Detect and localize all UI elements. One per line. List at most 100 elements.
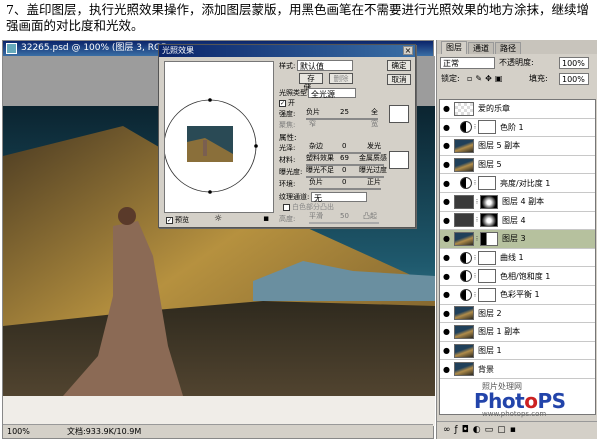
layer-mask-thumbnail[interactable] xyxy=(478,176,496,191)
eye-icon[interactable]: ● xyxy=(441,196,452,207)
light-preview-area[interactable] xyxy=(163,61,275,214)
layer-name: 曲线 1 xyxy=(500,253,524,263)
link-layers-icon[interactable]: ∞ xyxy=(443,425,455,435)
texture-channel-value: 无 xyxy=(314,194,322,203)
blend-mode-dropdown[interactable]: 正常 xyxy=(440,57,495,69)
layer-mask-thumbnail[interactable] xyxy=(480,231,498,246)
eye-icon[interactable]: ● xyxy=(441,215,452,226)
tab-channels[interactable]: 通道 xyxy=(468,42,494,54)
layer-row[interactable]: ● ⁝ 色阶 1 xyxy=(440,119,595,138)
layer-row[interactable]: ● ⁝ 色彩平衡 1 xyxy=(440,286,595,305)
ok-button[interactable]: 确定 xyxy=(387,60,411,71)
light-type-dropdown[interactable]: 全光源 xyxy=(308,88,356,99)
intensity-value[interactable]: 25 xyxy=(340,108,349,117)
layer-mask-thumbnail[interactable] xyxy=(478,250,496,265)
texture-channel-dropdown[interactable]: 无 xyxy=(311,192,367,203)
save-button[interactable]: 存储... xyxy=(299,73,323,92)
style-label: 样式: xyxy=(279,62,296,70)
style-dropdown[interactable]: 默认值 xyxy=(297,60,353,71)
status-bar: 100% 文档:933.9K/10.9M xyxy=(3,424,433,438)
layer-mask-thumbnail[interactable] xyxy=(478,269,496,284)
layer-thumbnail[interactable] xyxy=(454,194,474,209)
folder-icon[interactable]: ▭ xyxy=(485,425,498,435)
eye-icon[interactable]: ● xyxy=(441,122,452,133)
layer-thumbnail[interactable] xyxy=(454,138,474,153)
gloss-value[interactable]: 0 xyxy=(342,142,346,151)
fill-input[interactable]: 100% xyxy=(559,73,589,85)
height-slider[interactable] xyxy=(309,222,379,224)
focus-max-label: 宽 xyxy=(371,120,378,128)
tab-layers[interactable]: 图层 xyxy=(441,41,467,54)
eye-icon[interactable]: ● xyxy=(441,364,452,375)
eye-icon[interactable]: ● xyxy=(441,103,452,114)
close-icon[interactable]: × xyxy=(403,46,413,55)
eye-icon[interactable]: ● xyxy=(441,289,452,300)
layer-row[interactable]: ● 图层 5 xyxy=(440,156,595,175)
layer-thumbnail[interactable] xyxy=(454,362,474,377)
layer-row[interactable]: ● 图层 5 副本 xyxy=(440,137,595,156)
layer-thumbnail[interactable] xyxy=(454,343,474,358)
exposure-value[interactable]: 0 xyxy=(342,166,346,175)
light-ellipse[interactable] xyxy=(163,62,275,214)
layer-mask-thumbnail[interactable] xyxy=(480,194,498,209)
layer-row[interactable]: ● 图层 1 副本 xyxy=(440,323,595,342)
eye-icon[interactable]: ● xyxy=(441,308,452,319)
add-mask-icon[interactable]: ◘ xyxy=(462,425,473,435)
height-value[interactable]: 50 xyxy=(340,212,349,221)
layer-thumbnail[interactable] xyxy=(454,157,474,172)
layers-list[interactable]: ● 爱的乐章 ● ⁝ 色阶 1 ● 图层 5 副本 ● 图层 5 ● ⁝ 亮度/对比度 1 ● ⁝ 图层 4… xyxy=(439,99,596,415)
opacity-input[interactable]: 100% xyxy=(559,57,589,69)
light-on-checkbox[interactable]: ✓ 开 xyxy=(279,99,295,108)
layer-mask-thumbnail[interactable] xyxy=(478,287,496,302)
layer-thumbnail[interactable] xyxy=(454,306,474,321)
tab-paths[interactable]: 路径 xyxy=(495,42,521,54)
intensity-slider[interactable] xyxy=(306,118,378,120)
ambience-slider[interactable] xyxy=(309,188,381,190)
layer-thumbnail[interactable] xyxy=(454,213,474,228)
layer-name: 图层 4 xyxy=(502,215,526,225)
eye-icon[interactable]: ● xyxy=(441,178,452,189)
eye-icon[interactable]: ● xyxy=(441,271,452,282)
layer-mask-thumbnail[interactable] xyxy=(478,120,496,135)
delete-button[interactable]: 删除 xyxy=(329,73,353,84)
eye-icon[interactable]: ● xyxy=(441,345,452,356)
layer-row[interactable]: ● ⁝ 图层 4 副本 xyxy=(440,193,595,212)
layer-row[interactable]: ● 背景 xyxy=(440,360,595,379)
white-high-checkbox[interactable]: 白色部分凸出 xyxy=(283,203,334,212)
trash-icon[interactable]: ▪ xyxy=(263,215,269,224)
ambient-color-swatch[interactable] xyxy=(389,151,409,169)
cancel-button[interactable]: 取消 xyxy=(387,74,411,85)
eye-icon[interactable]: ● xyxy=(441,326,452,337)
layer-row[interactable]: ● ⁝ 亮度/对比度 1 xyxy=(440,174,595,193)
layer-row[interactable]: ● ⁝ 图层 4 xyxy=(440,212,595,231)
light-color-swatch[interactable] xyxy=(389,105,409,123)
preview-checkbox[interactable]: ✓ 预览 xyxy=(166,216,189,225)
layer-row[interactable]: ● ⁝ 曲线 1 xyxy=(440,249,595,268)
lock-icons[interactable]: ▫✎✥▣ xyxy=(467,72,505,86)
fx-icon[interactable]: ƒ xyxy=(455,425,462,435)
material-value[interactable]: 69 xyxy=(340,154,349,163)
eye-icon[interactable]: ● xyxy=(441,233,452,244)
ambience-value[interactable]: 0 xyxy=(342,178,346,187)
eye-icon[interactable]: ● xyxy=(441,159,452,170)
trash-icon[interactable]: ▪ xyxy=(510,425,520,435)
adjustment-layer-icon xyxy=(460,121,472,134)
layer-row[interactable]: ● 图层 1 xyxy=(440,342,595,361)
eye-icon[interactable]: ● xyxy=(441,252,452,263)
layer-thumbnail[interactable] xyxy=(454,324,474,339)
new-layer-icon[interactable]: ▢ xyxy=(497,425,510,435)
eye-icon[interactable]: ● xyxy=(441,140,452,151)
layer-thumbnail[interactable] xyxy=(454,101,474,116)
adjustment-icon[interactable]: ◐ xyxy=(473,425,485,435)
layer-name: 亮度/对比度 1 xyxy=(500,178,551,188)
style-value: 默认值 xyxy=(300,62,324,71)
lighting-effects-dialog[interactable]: 光照效果 × ✓预览 ☼ ▪ 样式: 默认值 存储... 删除 确定 取消 光照… xyxy=(158,44,416,228)
layer-row[interactable]: ● ⁝ 图层 3 xyxy=(440,230,595,249)
layer-mask-thumbnail[interactable] xyxy=(480,213,498,228)
layer-row[interactable]: ● 爱的乐章 xyxy=(440,100,595,119)
layer-row[interactable]: ● ⁝ 色相/饱和度 1 xyxy=(440,267,595,286)
layer-row[interactable]: ● 图层 2 xyxy=(440,305,595,324)
light-bulb-icon[interactable]: ☼ xyxy=(214,215,222,224)
height-max-label: 凸起 xyxy=(363,212,377,220)
layer-thumbnail[interactable] xyxy=(454,231,474,246)
